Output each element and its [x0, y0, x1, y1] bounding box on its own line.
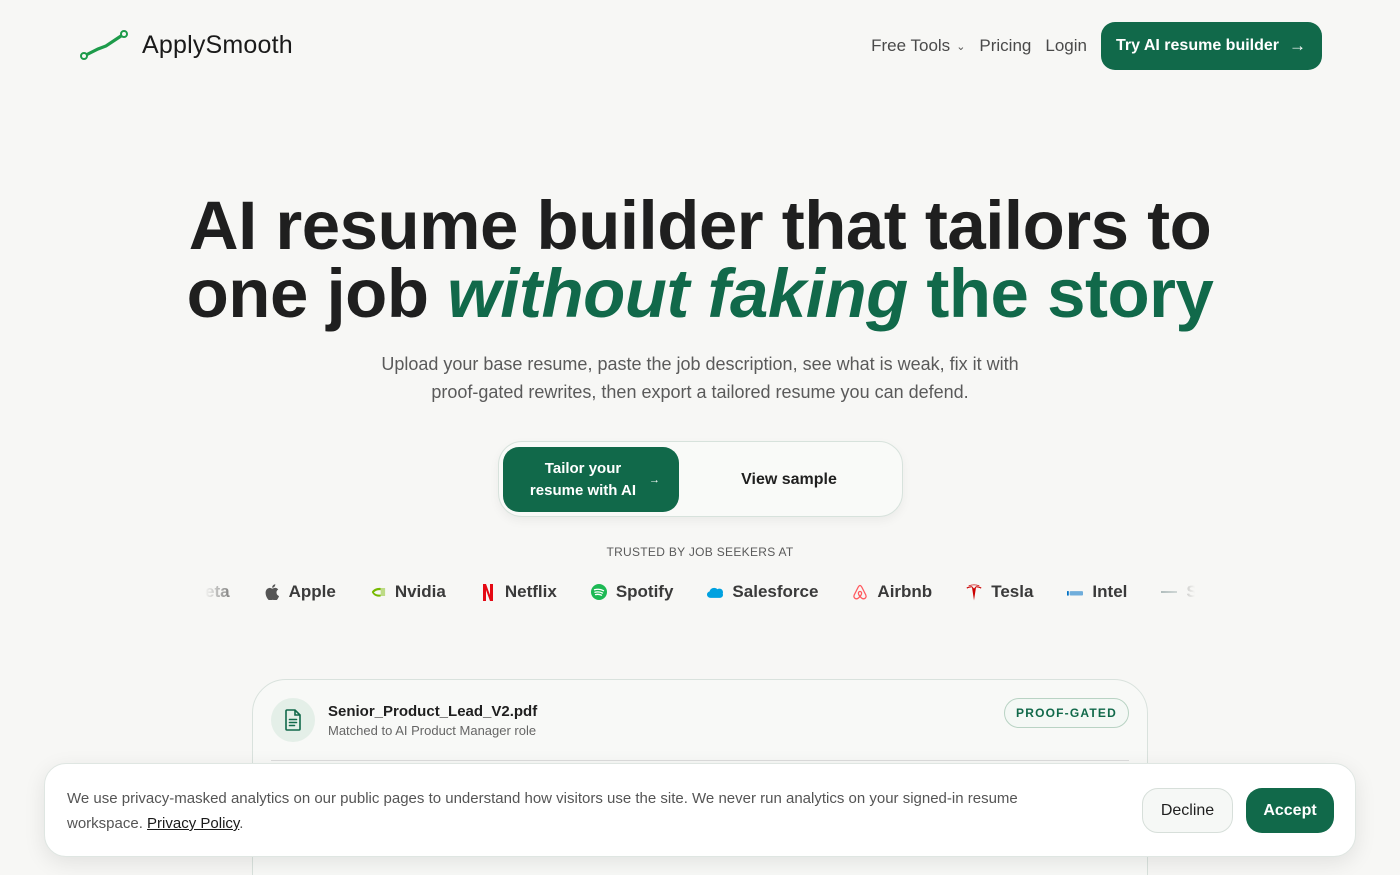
- tailor-resume-button[interactable]: Tailor your resume with AI →: [503, 447, 679, 512]
- hero-title-line2-italic: without faking: [447, 255, 908, 332]
- tesla-icon: [966, 584, 982, 600]
- salesforce-cloud-icon: [707, 584, 724, 600]
- trusted-by-label: TRUSTED BY JOB SEEKERS AT: [606, 545, 794, 559]
- hero-cta-group: Tailor your resume with AI → View sample: [498, 441, 903, 517]
- arrow-right-icon: →: [649, 473, 660, 486]
- decline-button[interactable]: Decline: [1142, 788, 1233, 833]
- nav-links: Free Tools ⌄ Pricing Login Try AI resume…: [871, 22, 1322, 70]
- arrow-right-icon: →: [1289, 36, 1306, 55]
- brand-logo[interactable]: ApplySmooth: [80, 28, 293, 62]
- view-sample-button[interactable]: View sample: [679, 447, 899, 512]
- brand-airbnb-label: Airbnb: [877, 582, 933, 601]
- file-icon: [271, 698, 315, 742]
- brand-netflix: Netflix: [480, 582, 557, 602]
- top-nav: ApplySmooth Free Tools ⌄ Pricing Login T…: [0, 0, 1400, 92]
- brand-apple: Apple: [264, 582, 336, 602]
- brand-partial-label: Sa: [1186, 582, 1195, 601]
- chevron-down-icon: ⌄: [956, 40, 966, 53]
- brand-salesforce: Salesforce: [707, 582, 818, 602]
- airbnb-icon: [852, 584, 868, 600]
- file-match-status: Matched to AI Product Manager role: [328, 723, 537, 738]
- file-name: Senior_Product_Lead_V2.pdf: [328, 703, 538, 720]
- hero-subtitle: Upload your base resume, paste the job d…: [381, 354, 1019, 402]
- nav-free-tools-label: Free Tools: [871, 36, 951, 55]
- hero-title-line2-end: the story: [926, 255, 1214, 332]
- proof-gated-badge: PROOF-GATED: [1004, 698, 1129, 728]
- privacy-policy-link[interactable]: Privacy Policy: [147, 815, 239, 832]
- intel-icon: [1067, 584, 1084, 600]
- brand-meta: eta: [205, 582, 230, 602]
- brand-apple-label: Apple: [288, 582, 336, 601]
- dash-icon: [1161, 584, 1178, 600]
- brand-nvidia-label: Nvidia: [394, 582, 446, 601]
- brand-nvidia: Nvidia: [370, 582, 446, 602]
- nvidia-icon: [370, 584, 386, 600]
- brand-logo-strip: eta Apple Nvidia Netflix Spotify Salesfo…: [205, 577, 1195, 607]
- brand-airbnb: Airbnb: [852, 582, 932, 602]
- brand-partial: Sa: [1161, 582, 1195, 602]
- cookie-message-end: .: [239, 815, 244, 832]
- nav-login[interactable]: Login: [1045, 36, 1087, 56]
- cookie-message: We use privacy-masked analytics on our p…: [67, 786, 1097, 836]
- preview-divider: [271, 760, 1129, 761]
- hero-title: AI resume builder that tailors to one jo…: [0, 191, 1400, 328]
- spotify-icon: [590, 584, 607, 600]
- brand-tesla-label: Tesla: [991, 582, 1034, 601]
- brand-intel-label: Intel: [1092, 582, 1128, 601]
- brand-name: ApplySmooth: [142, 30, 293, 59]
- accept-button[interactable]: Accept: [1246, 788, 1334, 833]
- tailor-resume-label: Tailor your resume with AI: [529, 459, 637, 499]
- brand-meta-label: eta: [205, 582, 230, 601]
- brand-netflix-label: Netflix: [504, 582, 557, 601]
- try-ai-resume-builder-button[interactable]: Try AI resume builder →: [1100, 22, 1322, 70]
- hero-title-line2-plain: one job: [186, 255, 429, 332]
- nav-cta-label: Try AI resume builder: [1115, 37, 1279, 54]
- trend-line-logo-icon: [80, 30, 128, 60]
- brand-spotify: Spotify: [590, 582, 674, 602]
- netflix-icon: [480, 583, 496, 601]
- nav-pricing[interactable]: Pricing: [979, 36, 1031, 56]
- cookie-consent-banner: We use privacy-masked analytics on our p…: [44, 763, 1356, 857]
- brand-intel: Intel: [1067, 582, 1127, 602]
- brand-spotify-label: Spotify: [615, 582, 674, 601]
- brand-salesforce-label: Salesforce: [732, 582, 819, 601]
- apple-icon: [264, 584, 280, 600]
- nav-free-tools[interactable]: Free Tools ⌄: [871, 36, 965, 56]
- hero-title-line1: AI resume builder that tailors to: [188, 187, 1212, 264]
- brand-tesla: Tesla: [966, 582, 1033, 602]
